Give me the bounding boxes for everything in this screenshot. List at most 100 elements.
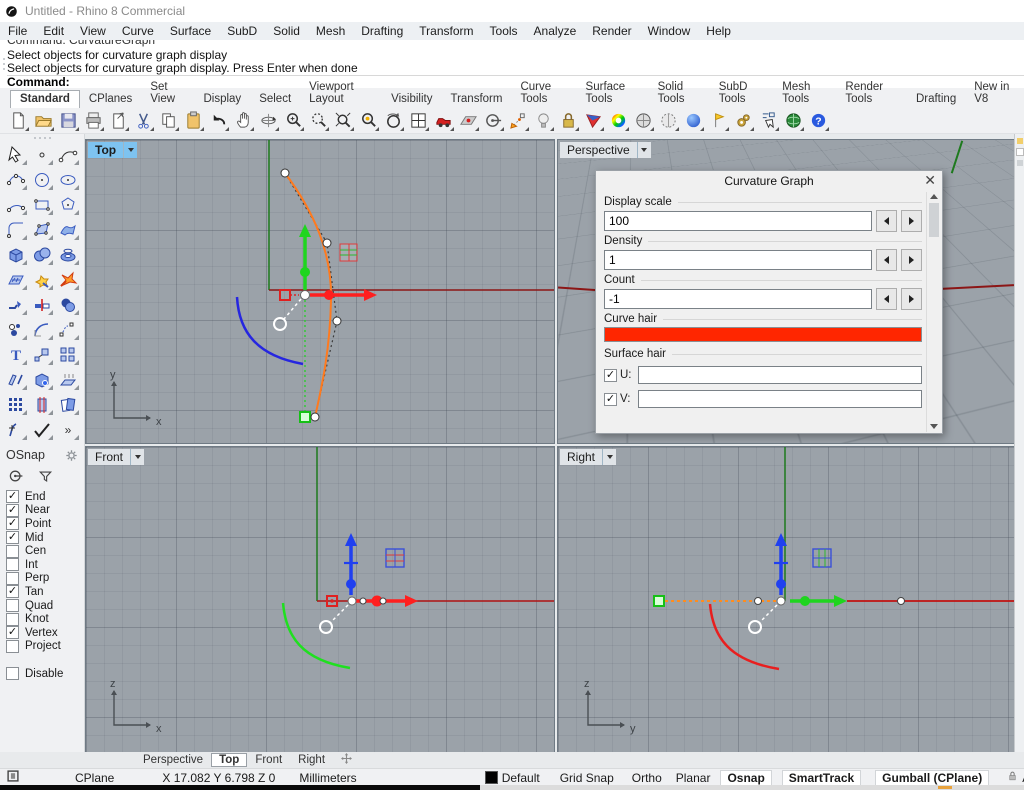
arc-icon[interactable] — [3, 192, 29, 217]
more-chevron-icon[interactable]: » — [55, 417, 81, 442]
display-scale-input[interactable]: 100 — [604, 211, 872, 231]
spinner-right-icon[interactable] — [901, 210, 922, 232]
split-icon[interactable] — [29, 292, 55, 317]
density-input[interactable]: 1 — [604, 250, 872, 270]
zoom-selected-icon[interactable] — [356, 110, 380, 132]
package-manager-icon[interactable] — [781, 110, 805, 132]
osnap-item-quad-checkbox[interactable] — [6, 599, 19, 613]
viewport-top[interactable]: Top y x — [85, 139, 555, 444]
trim-icon[interactable] — [3, 292, 29, 317]
grid-array-icon[interactable] — [3, 392, 29, 417]
save-icon[interactable] — [56, 110, 80, 132]
osnap-item-perp-checkbox[interactable] — [6, 571, 19, 585]
undo-icon[interactable] — [206, 110, 230, 132]
menu-item-mesh[interactable]: Mesh — [308, 23, 353, 39]
print-icon[interactable] — [81, 110, 105, 132]
osnap-item-int-checkbox[interactable] — [6, 558, 19, 572]
menu-item-analyze[interactable]: Analyze — [526, 23, 585, 39]
menu-item-drafting[interactable]: Drafting — [353, 23, 411, 39]
viewport-top-label[interactable]: Top — [88, 142, 138, 158]
v-checkbox[interactable]: ✓ — [604, 392, 617, 406]
viewport-right[interactable]: Right z y — [557, 446, 1015, 753]
viewport-perspective-label[interactable]: Perspective — [560, 142, 651, 158]
toolbar-tab-cplanes[interactable]: CPlanes — [80, 91, 141, 108]
status-smarttrack[interactable]: SmartTrack — [781, 769, 862, 786]
box-icon[interactable] — [3, 242, 29, 267]
array-icon[interactable] — [55, 342, 81, 367]
sphere-icon[interactable] — [29, 242, 55, 267]
check-icon[interactable] — [29, 417, 55, 442]
menu-item-file[interactable]: File — [0, 23, 35, 39]
handle-curve-icon[interactable] — [3, 167, 29, 192]
osnap-toggle-icon[interactable] — [481, 110, 505, 132]
menu-item-window[interactable]: Window — [640, 23, 699, 39]
torus-icon[interactable] — [55, 242, 81, 267]
blend-curve-icon[interactable] — [55, 317, 81, 342]
menu-item-tools[interactable]: Tools — [482, 23, 526, 39]
fillet-curve-icon[interactable] — [29, 317, 55, 342]
export-icon[interactable] — [106, 110, 130, 132]
u-input[interactable] — [638, 366, 922, 384]
viewport-tab-right[interactable]: Right — [290, 754, 333, 766]
status-x-17-082-y-6-798-z-0[interactable]: X 17.082 Y 6.798 Z 0 — [162, 771, 275, 785]
zoom-extents-icon[interactable] — [331, 110, 355, 132]
viewport-right-label[interactable]: Right — [560, 449, 617, 465]
status-auto-cplane-object-[interactable]: Auto CPlane (Object) — [1007, 770, 1024, 785]
toolbar-tab-render-tools[interactable]: Render Tools — [836, 79, 907, 108]
spinner-right-icon[interactable] — [901, 249, 922, 271]
menu-item-subd[interactable]: SubD — [219, 23, 265, 39]
osnap-item-point-checkbox[interactable]: ✓ — [6, 517, 19, 531]
pane-toggle-icon[interactable] — [6, 769, 20, 786]
menu-item-transform[interactable]: Transform — [411, 23, 481, 39]
spinner-left-icon[interactable] — [876, 249, 897, 271]
new-file-icon[interactable] — [6, 110, 30, 132]
viewport-front-label[interactable]: Front — [88, 449, 145, 465]
osnap-item-cen-checkbox[interactable] — [6, 544, 19, 558]
osnap-item-vertex-checkbox[interactable]: ✓ — [6, 626, 19, 640]
right-panel-edge[interactable] — [1014, 134, 1024, 752]
named-view-icon[interactable] — [431, 110, 455, 132]
viewport-tab-front[interactable]: Front — [247, 754, 290, 766]
osnap-item-project-checkbox[interactable] — [6, 639, 19, 653]
osnap-disable-checkbox[interactable] — [6, 667, 19, 681]
mesh-plane-icon[interactable] — [3, 267, 29, 292]
toolbar-tab-subd-tools[interactable]: SubD Tools — [710, 79, 774, 108]
palette-grip[interactable] — [0, 134, 84, 142]
cut-icon[interactable] — [131, 110, 155, 132]
text-icon[interactable]: T — [3, 342, 29, 367]
control-point-curve-icon[interactable] — [55, 142, 81, 167]
extrude-icon[interactable] — [55, 367, 81, 392]
toolbar-tab-display[interactable]: Display — [194, 91, 250, 108]
spinner-left-icon[interactable] — [876, 210, 897, 232]
status-default[interactable]: Default — [484, 771, 540, 785]
solid-edit-icon[interactable] — [29, 367, 55, 392]
extract-icon[interactable] — [29, 267, 55, 292]
toolbar-tab-drafting[interactable]: Drafting — [907, 91, 965, 108]
dialog-scrollbar[interactable] — [926, 192, 941, 432]
menu-item-curve[interactable]: Curve — [114, 23, 162, 39]
status-grid-snap[interactable]: Grid Snap — [560, 771, 614, 785]
block-icon[interactable] — [29, 392, 55, 417]
viewport-front[interactable]: Front z x — [85, 446, 555, 753]
toolbar-tab-new-in-v8[interactable]: New in V8 — [965, 79, 1024, 108]
offset-icon[interactable] — [3, 367, 29, 392]
u-checkbox[interactable]: ✓ — [604, 368, 617, 382]
close-icon[interactable]: ✕ — [924, 172, 936, 189]
toolbar-tab-curve-tools[interactable]: Curve Tools — [511, 79, 576, 108]
rendered-icon[interactable] — [681, 110, 705, 132]
curve-hair-color-swatch[interactable] — [604, 327, 922, 342]
help-icon[interactable]: ? — [806, 110, 830, 132]
osnap-item-near-checkbox[interactable]: ✓ — [6, 503, 19, 517]
dialog-title-bar[interactable]: Curvature Graph ✕ — [596, 171, 942, 191]
zoom-window-icon[interactable] — [306, 110, 330, 132]
osnap-item-knot-checkbox[interactable] — [6, 612, 19, 626]
shaded-icon[interactable] — [631, 110, 655, 132]
rectangle-icon[interactable] — [29, 192, 55, 217]
lock-icon[interactable] — [556, 110, 580, 132]
status-planar[interactable]: Planar — [676, 771, 711, 785]
copy-sheets-icon[interactable] — [55, 392, 81, 417]
ellipse-icon[interactable] — [55, 167, 81, 192]
corner-curve-icon[interactable] — [3, 217, 29, 242]
pan-icon[interactable] — [231, 110, 255, 132]
status-millimeters[interactable]: Millimeters — [299, 771, 356, 785]
